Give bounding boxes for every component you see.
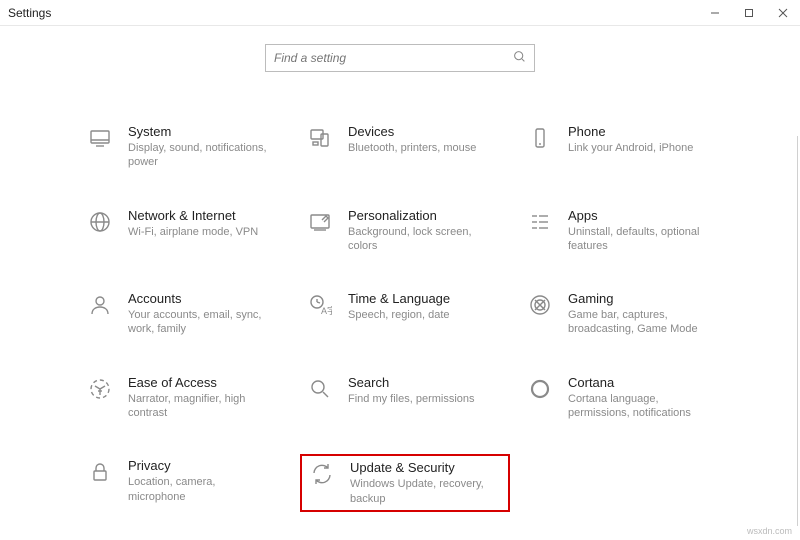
tile-desc: Find my files, permissions: [348, 392, 475, 406]
search-icon: [513, 50, 526, 66]
titlebar: Settings: [0, 0, 800, 26]
tile-network[interactable]: Network & Internet Wi-Fi, airplane mode, …: [80, 204, 290, 258]
maximize-button[interactable]: [732, 0, 766, 26]
svg-text:A字: A字: [321, 305, 332, 316]
privacy-icon: [86, 458, 114, 486]
window-title: Settings: [8, 6, 51, 20]
tile-title: Phone: [568, 124, 693, 139]
cortana-icon: [526, 375, 554, 403]
tile-desc: Cortana language, permissions, notificat…: [568, 392, 708, 421]
tile-desc: Your accounts, email, sync, work, family: [128, 308, 268, 337]
devices-icon: [306, 124, 334, 152]
tile-title: Personalization: [348, 208, 488, 223]
tile-desc: Link your Android, iPhone: [568, 141, 693, 155]
system-icon: [86, 124, 114, 152]
tile-title: Search: [348, 375, 475, 390]
search-input[interactable]: [274, 51, 513, 65]
ease-of-access-icon: [86, 375, 114, 403]
tile-update-security[interactable]: Update & Security Windows Update, recover…: [300, 454, 510, 512]
tile-apps[interactable]: Apps Uninstall, defaults, optional featur…: [520, 204, 730, 258]
personalization-icon: [306, 208, 334, 236]
tile-privacy[interactable]: Privacy Location, camera, microphone: [80, 454, 290, 512]
tile-title: Time & Language: [348, 291, 450, 306]
tile-gaming[interactable]: Gaming Game bar, captures, broadcasting, …: [520, 287, 730, 341]
tile-search[interactable]: Search Find my files, permissions: [300, 371, 510, 425]
tile-title: Privacy: [128, 458, 268, 473]
time-language-icon: A字: [306, 291, 334, 319]
tile-accounts[interactable]: Accounts Your accounts, email, sync, work…: [80, 287, 290, 341]
tile-desc: Game bar, captures, broadcasting, Game M…: [568, 308, 708, 337]
tile-title: Accounts: [128, 291, 268, 306]
tile-title: Apps: [568, 208, 708, 223]
update-security-icon: [308, 460, 336, 488]
tile-desc: Narrator, magnifier, high contrast: [128, 392, 268, 421]
scrollbar[interactable]: [797, 136, 798, 526]
phone-icon: [526, 124, 554, 152]
close-button[interactable]: [766, 0, 800, 26]
tile-personalization[interactable]: Personalization Background, lock screen, …: [300, 204, 510, 258]
tile-desc: Uninstall, defaults, optional features: [568, 225, 708, 254]
tile-title: Network & Internet: [128, 208, 258, 223]
tile-cortana[interactable]: Cortana Cortana language, permissions, no…: [520, 371, 730, 425]
tile-desc: Location, camera, microphone: [128, 475, 268, 504]
tile-title: Gaming: [568, 291, 708, 306]
tile-title: Ease of Access: [128, 375, 268, 390]
tile-desc: Speech, region, date: [348, 308, 450, 322]
tile-desc: Background, lock screen, colors: [348, 225, 488, 254]
tile-desc: Wi-Fi, airplane mode, VPN: [128, 225, 258, 239]
tile-title: Update & Security: [350, 460, 490, 475]
tile-title: Cortana: [568, 375, 708, 390]
watermark: wsxdn.com: [747, 526, 792, 536]
content-area: System Display, sound, notifications, pow…: [0, 26, 800, 540]
tile-phone[interactable]: Phone Link your Android, iPhone: [520, 120, 730, 174]
tile-devices[interactable]: Devices Bluetooth, printers, mouse: [300, 120, 510, 174]
tile-desc: Display, sound, notifications, power: [128, 141, 268, 170]
minimize-button[interactable]: [698, 0, 732, 26]
tile-desc: Bluetooth, printers, mouse: [348, 141, 476, 155]
search-box[interactable]: [265, 44, 535, 72]
apps-icon: [526, 208, 554, 236]
tile-time-language[interactable]: A字 Time & Language Speech, region, date: [300, 287, 510, 341]
tile-title: Devices: [348, 124, 476, 139]
search-category-icon: [306, 375, 334, 403]
tile-ease-of-access[interactable]: Ease of Access Narrator, magnifier, high …: [80, 371, 290, 425]
tile-system[interactable]: System Display, sound, notifications, pow…: [80, 120, 290, 174]
gaming-icon: [526, 291, 554, 319]
network-icon: [86, 208, 114, 236]
tile-title: System: [128, 124, 268, 139]
settings-grid: System Display, sound, notifications, pow…: [0, 72, 800, 512]
tile-desc: Windows Update, recovery, backup: [350, 477, 490, 506]
accounts-icon: [86, 291, 114, 319]
